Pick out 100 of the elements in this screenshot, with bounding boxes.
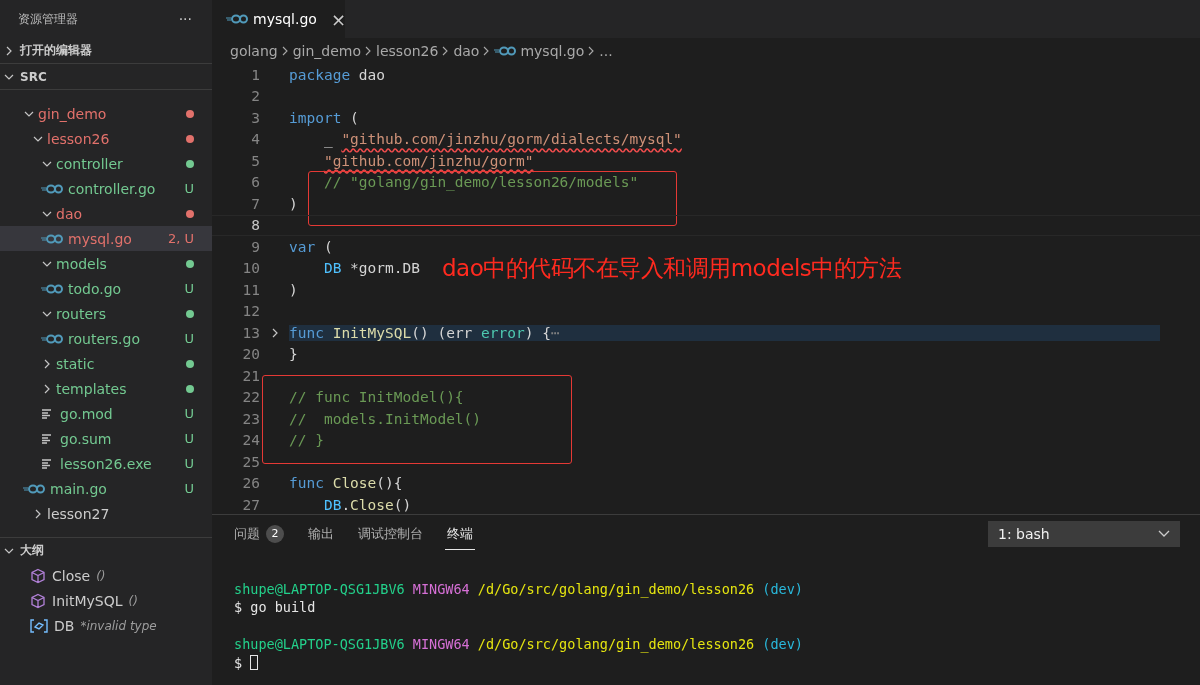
- breadcrumb[interactable]: golang: [230, 43, 278, 59]
- section-header[interactable]: 大纲: [0, 538, 212, 563]
- line-number: 12: [241, 303, 260, 320]
- go-file-icon: [23, 483, 45, 494]
- panel-tab[interactable]: 问题 2: [232, 518, 286, 550]
- line-number: 23: [241, 410, 260, 427]
- go-file-icon: [226, 14, 248, 24]
- git-status: U: [184, 181, 194, 196]
- file-name: controller: [56, 155, 124, 172]
- terminal-dropdown[interactable]: 1: bash: [988, 521, 1180, 547]
- breadcrumb[interactable]: gin_demo: [292, 43, 362, 59]
- tree-item[interactable]: routers.go U: [0, 326, 212, 351]
- cube-icon: [30, 592, 46, 609]
- code-line: DB *gorm.DB: [323, 260, 420, 277]
- code-line: // models.InitModel(): [289, 410, 482, 427]
- git-status: U: [184, 431, 194, 446]
- breadcrumb[interactable]: lesson26: [376, 43, 439, 59]
- code-line: DB.Close(): [323, 496, 412, 513]
- line-number: 22: [241, 389, 260, 406]
- line-number: 25: [241, 453, 260, 470]
- line-number: 11: [241, 281, 260, 298]
- section-title: 打开的编辑器: [20, 42, 92, 59]
- chevron-icon[interactable]: [4, 45, 14, 56]
- tree-item[interactable]: gin_demo: [0, 101, 212, 126]
- git-status: U: [184, 456, 194, 471]
- code-line: import (: [289, 109, 359, 126]
- symbol-name: Close: [52, 567, 91, 584]
- editor-tab[interactable]: mysql.go ×: [212, 0, 345, 38]
- line-number: 5: [250, 152, 260, 169]
- symbol-detail: *invalid type: [80, 618, 157, 633]
- go-file-icon: [494, 46, 517, 56]
- line-number: 9: [250, 238, 260, 255]
- go-file-icon: [41, 183, 63, 194]
- code-line: // "golang/gin_demo/lesson26/models": [323, 174, 639, 191]
- tree-item[interactable]: lesson26.exe U: [0, 451, 212, 476]
- panel-tab[interactable]: 调试控制台: [356, 518, 425, 550]
- code-line: _ "github.com/jinzhu/gorm/dialects/mysql": [323, 131, 682, 148]
- file-name: lesson27: [47, 505, 111, 522]
- line-number: 3: [250, 109, 260, 126]
- tree-item[interactable]: main.go U: [0, 476, 212, 501]
- tree-item[interactable]: static: [0, 351, 212, 376]
- tree-item[interactable]: go.mod U: [0, 401, 212, 426]
- tree-item[interactable]: models: [0, 251, 212, 276]
- terminal-line: $ go build: [234, 599, 316, 616]
- panel-tab[interactable]: 输出: [306, 518, 336, 550]
- tree-item[interactable]: controller: [0, 151, 212, 176]
- file-name: static: [56, 355, 96, 372]
- tree-item[interactable]: routers: [0, 301, 212, 326]
- line-number: 1: [250, 66, 260, 83]
- symbol-name: InitMySQL: [52, 592, 123, 609]
- code-line: ): [289, 195, 298, 212]
- tree-item[interactable]: lesson26: [0, 126, 212, 151]
- file-lines-icon: [42, 408, 52, 419]
- file-name: go.sum: [60, 430, 113, 447]
- file-name: todo.go: [68, 280, 123, 297]
- file-name: gin_demo: [38, 105, 108, 122]
- tree-item[interactable]: templates: [0, 376, 212, 401]
- breadcrumb[interactable]: mysql.go: [494, 43, 585, 59]
- section-header[interactable]: SRC: [0, 64, 212, 90]
- section-header[interactable]: 打开的编辑器: [0, 38, 212, 64]
- breadcrumb[interactable]: dao: [453, 43, 480, 59]
- more-button[interactable]: ···: [176, 11, 194, 27]
- symbol-detail: (): [96, 568, 106, 583]
- code-line: }: [289, 346, 298, 363]
- file-lines-icon: [42, 433, 52, 444]
- tree-item[interactable]: lesson27: [0, 501, 212, 526]
- chevron-icon[interactable]: [42, 358, 52, 369]
- code-line: "github.com/jinzhu/gorm": [323, 152, 534, 169]
- go-file-icon: [41, 233, 63, 244]
- file-name: dao: [56, 205, 84, 222]
- panel-tab[interactable]: 终端: [445, 518, 475, 550]
- close-button[interactable]: ×: [328, 8, 348, 30]
- tree-item[interactable]: dao: [0, 201, 212, 226]
- line-number: 21: [241, 367, 260, 384]
- chevron-icon[interactable]: [33, 508, 43, 519]
- file-name: lesson26: [47, 130, 111, 147]
- code-line: ): [289, 281, 298, 298]
- tree-item[interactable]: go.sum U: [0, 426, 212, 451]
- git-status: U: [184, 281, 194, 296]
- tree-item[interactable]: mysql.go 2, U: [0, 226, 212, 251]
- outline-item[interactable]: Close (): [0, 563, 212, 588]
- code-line: var (: [289, 238, 333, 255]
- count-badge: 2: [266, 524, 284, 543]
- chevron-right-icon: [281, 46, 289, 56]
- tree-item[interactable]: todo.go U: [0, 276, 212, 301]
- outline-item[interactable]: DB *invalid type: [0, 613, 212, 638]
- chevron-right-icon: [483, 46, 491, 56]
- file-name: routers.go: [68, 330, 141, 347]
- outline-item[interactable]: InitMySQL (): [0, 588, 212, 613]
- terminal-line: shupe@LAPTOP-QSG1JBV6 MINGW64 /d/Go/src/golang/gin_demo/lesson26 (dev): [234, 636, 803, 653]
- go-file-icon: [41, 333, 63, 344]
- tree-item[interactable]: controller.go U: [0, 176, 212, 201]
- line-number: 26: [241, 475, 260, 492]
- file-name: go.mod: [60, 405, 114, 422]
- breadcrumb[interactable]: ...: [599, 43, 613, 59]
- file-name: templates: [56, 380, 128, 397]
- git-status: U: [184, 331, 194, 346]
- file-name: mysql.go: [68, 230, 133, 247]
- file-name: models: [56, 255, 108, 272]
- chevron-icon[interactable]: [42, 383, 52, 394]
